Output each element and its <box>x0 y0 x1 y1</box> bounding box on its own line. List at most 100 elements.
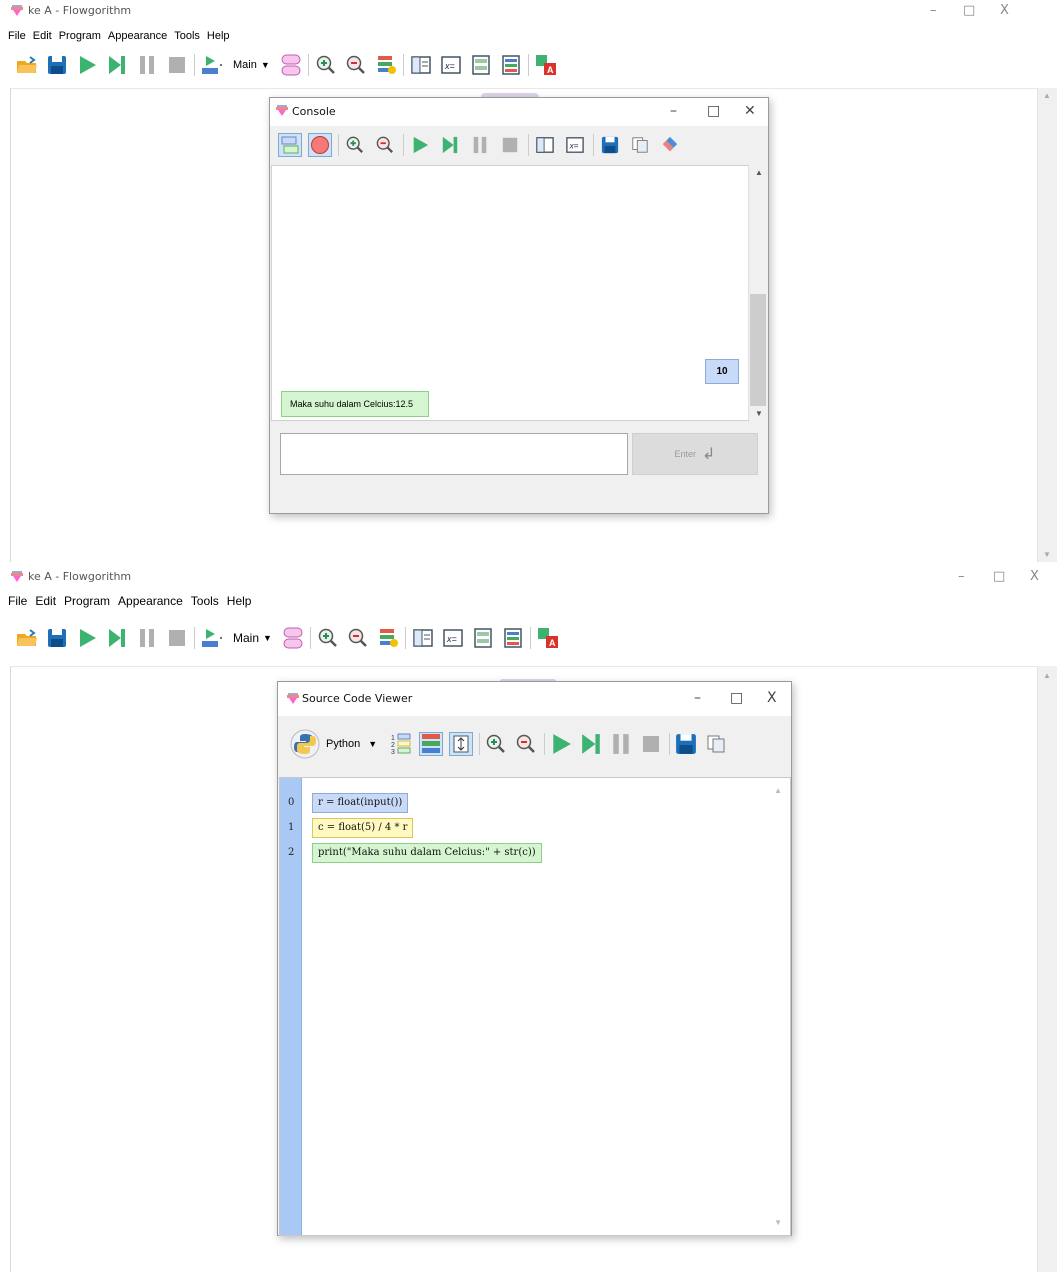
chart-button[interactable] <box>470 625 496 651</box>
chat-view-button[interactable] <box>278 133 302 157</box>
stop-button[interactable] <box>164 52 190 78</box>
scroll-down-icon[interactable]: ▼ <box>1043 550 1051 559</box>
menu-appearance[interactable]: Appearance <box>118 594 183 608</box>
console-variables-button[interactable]: x= <box>563 133 587 157</box>
source-view-button[interactable] <box>500 625 526 651</box>
main-vertical-scrollbar[interactable]: ▲ <box>1037 666 1057 1272</box>
console-copy-button[interactable] <box>628 133 652 157</box>
source-save-button[interactable] <box>674 732 698 756</box>
source-viewer-maximize-button[interactable]: □ <box>730 690 743 706</box>
console-button[interactable] <box>410 625 436 651</box>
console-save-button[interactable] <box>598 133 622 157</box>
menu-file[interactable]: File <box>8 30 26 42</box>
console-close-button[interactable]: ✕ <box>744 103 756 119</box>
scroll-down-icon[interactable]: ▼ <box>755 409 763 418</box>
fit-height-button[interactable] <box>449 732 474 756</box>
source-zoom-out-button[interactable] <box>514 732 538 756</box>
pause-button[interactable] <box>134 625 160 651</box>
scroll-up-icon[interactable]: ▲ <box>1043 671 1051 680</box>
source-run-button[interactable] <box>549 732 573 756</box>
record-button[interactable] <box>308 133 332 157</box>
variables-button[interactable]: x= <box>440 625 466 651</box>
console-button[interactable] <box>408 52 434 78</box>
console-clear-button[interactable] <box>658 133 682 157</box>
source-zoom-in-button[interactable] <box>484 732 508 756</box>
menu-edit[interactable]: Edit <box>35 594 56 608</box>
minimize-button[interactable]: – <box>930 3 937 18</box>
console-minimize-button[interactable]: – <box>670 103 677 119</box>
console-maximize-button[interactable]: □ <box>707 103 720 119</box>
step-button[interactable] <box>104 625 130 651</box>
open-button[interactable] <box>14 625 40 651</box>
console-layout-button[interactable] <box>533 133 557 157</box>
functions-button[interactable] <box>278 52 304 78</box>
step-button[interactable] <box>104 52 130 78</box>
maximize-button[interactable]: □ <box>963 3 975 18</box>
chevron-down-icon[interactable]: ▼ <box>368 739 377 749</box>
chart-button[interactable] <box>468 52 494 78</box>
code-line-assign[interactable]: c = float(5) / 4 * r <box>312 818 414 838</box>
console-stop-button[interactable] <box>498 133 522 157</box>
source-pause-button[interactable] <box>609 732 633 756</box>
menu-tools[interactable]: Tools <box>174 30 200 42</box>
scroll-up-icon[interactable]: ▲ <box>1043 91 1051 100</box>
speed-button[interactable] <box>199 625 225 651</box>
close-button[interactable]: X <box>1000 3 1009 18</box>
open-button[interactable] <box>14 52 40 78</box>
console-input-field[interactable] <box>280 433 628 475</box>
chevron-down-icon[interactable]: ▼ <box>263 633 272 643</box>
scroll-up-icon[interactable]: ▲ <box>774 786 782 795</box>
source-stop-button[interactable] <box>639 732 663 756</box>
save-button[interactable] <box>44 625 70 651</box>
zoom-out-button[interactable] <box>343 52 369 78</box>
chevron-down-icon[interactable]: ▼ <box>261 60 270 70</box>
console-step-button[interactable] <box>438 133 462 157</box>
console-zoom-out-button[interactable] <box>373 133 397 157</box>
minimize-button[interactable]: – <box>958 569 965 584</box>
source-code-area[interactable]: 0 1 2 r = float(input()) c = float(5) / … <box>279 777 791 1236</box>
function-selector[interactable]: Main <box>233 59 257 71</box>
language-selector[interactable]: Python <box>326 738 360 750</box>
menu-program[interactable]: Program <box>64 594 110 608</box>
source-step-button[interactable] <box>579 732 603 756</box>
menu-tools[interactable]: Tools <box>191 594 219 608</box>
layout-button[interactable] <box>375 625 401 651</box>
source-view-button[interactable] <box>498 52 524 78</box>
run-button[interactable] <box>74 625 100 651</box>
source-viewer-minimize-button[interactable]: – <box>694 690 701 706</box>
close-button[interactable]: X <box>1030 569 1039 584</box>
save-button[interactable] <box>44 52 70 78</box>
zoom-out-button[interactable] <box>345 625 371 651</box>
console-run-button[interactable] <box>408 133 432 157</box>
line-numbers-button[interactable]: 123 <box>389 732 413 756</box>
menu-program[interactable]: Program <box>59 30 101 42</box>
maximize-button[interactable]: □ <box>993 569 1005 584</box>
menu-help[interactable]: Help <box>207 30 230 42</box>
console-zoom-in-button[interactable] <box>343 133 367 157</box>
translate-button[interactable]: A <box>533 52 559 78</box>
enter-button[interactable]: Enter ↲ <box>632 433 758 475</box>
variables-button[interactable]: x= <box>438 52 464 78</box>
menu-edit[interactable]: Edit <box>33 30 52 42</box>
source-copy-button[interactable] <box>704 732 728 756</box>
main-vertical-scrollbar[interactable]: ▲ ▼ <box>1037 88 1057 562</box>
scroll-down-icon[interactable]: ▼ <box>774 1218 782 1227</box>
menu-help[interactable]: Help <box>227 594 252 608</box>
console-vertical-scrollbar[interactable]: ▲ ▼ <box>748 166 767 420</box>
scroll-up-icon[interactable]: ▲ <box>755 168 763 177</box>
console-output-area[interactable]: 10 Maka suhu dalam Celcius:12.5 ▲ ▼ <box>271 165 767 421</box>
functions-button[interactable] <box>280 625 306 651</box>
menu-appearance[interactable]: Appearance <box>108 30 167 42</box>
code-line-input[interactable]: r = float(input()) <box>312 793 409 813</box>
stop-button[interactable] <box>164 625 190 651</box>
speed-button[interactable] <box>199 52 225 78</box>
console-pause-button[interactable] <box>468 133 492 157</box>
run-button[interactable] <box>74 52 100 78</box>
source-viewer-close-button[interactable]: X <box>767 690 777 706</box>
menu-file[interactable]: File <box>8 594 27 608</box>
highlight-button[interactable] <box>419 732 444 756</box>
zoom-in-button[interactable] <box>315 625 341 651</box>
code-line-output[interactable]: print("Maka suhu dalam Celcius:" + str(c… <box>312 843 542 863</box>
translate-button[interactable]: A <box>535 625 561 651</box>
zoom-in-button[interactable] <box>313 52 339 78</box>
